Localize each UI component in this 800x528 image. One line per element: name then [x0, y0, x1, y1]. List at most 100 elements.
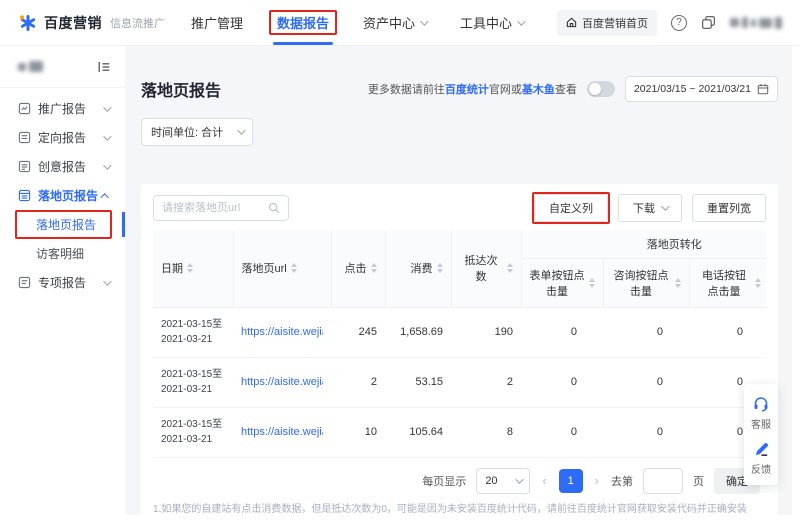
sort-icon[interactable] — [290, 263, 297, 274]
table-row: 2021-03-15至2021-03-21 https://aisite.wej… — [153, 357, 766, 408]
goto-page-input[interactable] — [643, 467, 683, 494]
column-header-cost[interactable]: 消费 — [385, 230, 452, 307]
cell-clicks: 10 — [331, 407, 385, 458]
chevron-down-icon — [661, 202, 670, 211]
sort-icon[interactable] — [370, 263, 377, 274]
per-page-select[interactable]: 20 — [476, 467, 531, 494]
sidebar-item-creative-report[interactable]: 创意报告 — [0, 152, 125, 181]
chevron-down-icon — [237, 126, 246, 135]
cell-consult-clicks: 0 — [603, 306, 689, 358]
sort-icon[interactable] — [588, 277, 595, 288]
sidebar-item-targeting-report[interactable]: 定向报告 — [0, 123, 125, 152]
sort-icon[interactable] — [754, 277, 761, 288]
report-card: 自定义列 下载 重置列宽 — [141, 184, 778, 515]
date-range-picker[interactable]: 2021/03/15 ~ 2021/03/21 — [624, 76, 778, 102]
table-body: 2021-03-15至2021-03-21 https://aisite.wej… — [153, 306, 766, 458]
cell-clicks: 245 — [331, 306, 385, 358]
sidebar-item-promotion-report[interactable]: 推广报告 — [0, 94, 125, 123]
column-header-consult-clicks[interactable]: 咨询按钮点击量 — [603, 257, 690, 307]
custom-columns-button[interactable]: 自定义列 — [532, 192, 610, 224]
note-text: 官网或 — [488, 84, 522, 96]
search-input[interactable] — [162, 202, 262, 214]
nav-promotion-management[interactable]: 推广管理 — [191, 0, 243, 45]
baidu-marketing-app: 百度营销 信息流推广 推广管理 数据报告 资产中心 工具中心 百度营销首页 ? … — [0, 0, 800, 528]
sidebar: 推广报告 定向报告 创意报告 落地页报告 落地页报告 访客明细 专项报告 — [0, 46, 125, 528]
landing-page-url-link[interactable]: https://aisite.wejianzhan.c... — [241, 326, 323, 338]
marketing-home-button[interactable]: 百度营销首页 — [557, 9, 657, 36]
custom-columns-label: 自定义列 — [549, 203, 593, 215]
sort-icon[interactable] — [187, 263, 193, 274]
footnotes: 1.如果您的自建站有点击消费数据，但是抵达次数为0，可能是因为未安装百度统计代码… — [153, 502, 766, 516]
column-header-phone-clicks[interactable]: 电话按钮点击量 — [689, 257, 766, 307]
time-unit-value: 时间单位: 合计 — [151, 127, 224, 139]
sort-icon[interactable] — [674, 277, 681, 288]
sidebar-item-label: 推广报告 — [38, 102, 87, 116]
download-button[interactable]: 下载 — [618, 194, 682, 222]
page-title: 落地页报告 — [141, 83, 222, 100]
floating-helper-widget: 客服 反馈 — [744, 384, 778, 485]
column-header-clicks[interactable]: 点击 — [331, 230, 386, 307]
date-range-value: 2021/03/15 ~ 2021/03/21 — [633, 83, 751, 95]
brand-name: 百度营销 — [44, 14, 102, 31]
data-source-toggle[interactable] — [586, 81, 615, 97]
per-page-label: 每页显示 — [422, 475, 467, 488]
sidebar-subitem-landing-page-report[interactable]: 落地页报告 — [0, 210, 125, 239]
cell-arrivals: 2 — [451, 357, 521, 408]
note-text: 查看 — [554, 84, 577, 96]
cell-form-clicks: 0 — [521, 407, 603, 458]
sidebar-subitem-visitor-details[interactable]: 访客明细 — [0, 239, 125, 268]
headset-icon — [754, 397, 768, 412]
landing-page-url-link[interactable]: https://aisite.wejianzhan.c... — [241, 376, 323, 388]
column-header-form-clicks[interactable]: 表单按钮点击量 — [521, 257, 604, 307]
nav-data-report[interactable]: 数据报告 — [269, 0, 338, 45]
reset-column-width-button[interactable]: 重置列宽 — [692, 194, 766, 222]
cell-consult-clicks: 0 — [603, 407, 689, 458]
column-header-url[interactable]: 落地页url — [233, 230, 332, 307]
feedback-item[interactable]: 反馈 — [751, 438, 771, 479]
active-tab-underline — [273, 42, 334, 45]
reset-columns-label: 重置列宽 — [707, 203, 751, 215]
column-group-conversion: 落地页转化 — [521, 230, 766, 258]
jimuyu-link[interactable]: 基木鱼 — [522, 84, 555, 96]
cell-url: https://aisite.wejianzhan.c... — [233, 357, 331, 408]
selected-indicator-bar — [122, 212, 125, 237]
column-header-arrivals[interactable]: 抵达次数 — [451, 230, 522, 307]
customer-service-item[interactable]: 客服 — [751, 392, 771, 434]
report-icon — [18, 189, 31, 202]
sidebar-item-landing-page-report[interactable]: 落地页报告 — [0, 181, 125, 210]
sidebar-item-special-report[interactable]: 专项报告 — [0, 268, 125, 297]
landing-page-url-link[interactable]: https://aisite.wejianzhan.c... — [241, 426, 323, 438]
report-icon — [18, 131, 31, 144]
cell-cost: 53.15 — [385, 357, 451, 408]
search-icon[interactable] — [268, 202, 280, 214]
sort-icon[interactable] — [436, 263, 443, 274]
current-page-button[interactable]: 1 — [558, 468, 583, 493]
chevron-down-icon — [515, 474, 524, 484]
brand-subtitle: 信息流推广 — [110, 17, 165, 30]
collapse-sidebar-icon[interactable] — [97, 60, 111, 74]
sidebar-account-row — [0, 46, 125, 88]
nav-tool-center[interactable]: 工具中心 — [460, 0, 526, 45]
nav-asset-center[interactable]: 资产中心 — [363, 0, 429, 45]
feedback-label: 反馈 — [751, 465, 771, 476]
more-data-note: 更多数据请前往百度统计官网或基木鱼查看 — [368, 81, 577, 97]
note-text: 更多数据请前往 — [367, 84, 445, 96]
chevron-down-icon — [103, 102, 112, 112]
report-icon — [18, 160, 31, 173]
sidebar-menu: 推广报告 定向报告 创意报告 落地页报告 落地页报告 访客明细 专项报告 — [0, 94, 125, 297]
user-account-masked[interactable] — [730, 16, 782, 29]
top-nav: 推广管理 数据报告 资产中心 工具中心 — [191, 0, 526, 45]
help-icon[interactable]: ? — [671, 14, 687, 31]
copy-icon[interactable] — [701, 15, 716, 30]
prev-page-button[interactable]: ‹ — [540, 473, 548, 488]
chevron-up-icon — [100, 192, 109, 202]
sidebar-item-label: 定向报告 — [38, 131, 87, 145]
goto-page-label: 去第 — [611, 475, 633, 488]
baidu-statistics-link[interactable]: 百度统计 — [445, 84, 489, 96]
column-header-date[interactable]: 日期 — [153, 230, 234, 307]
time-unit-select[interactable]: 时间单位: 合计 — [141, 118, 253, 146]
footnote-line: 1.如果您的自建站有点击消费数据，但是抵达次数为0，可能是因为未安装百度统计代码… — [153, 503, 747, 515]
next-page-button[interactable]: › — [593, 473, 601, 488]
sort-icon[interactable] — [506, 263, 513, 274]
sidebar-item-label: 创意报告 — [38, 160, 87, 174]
